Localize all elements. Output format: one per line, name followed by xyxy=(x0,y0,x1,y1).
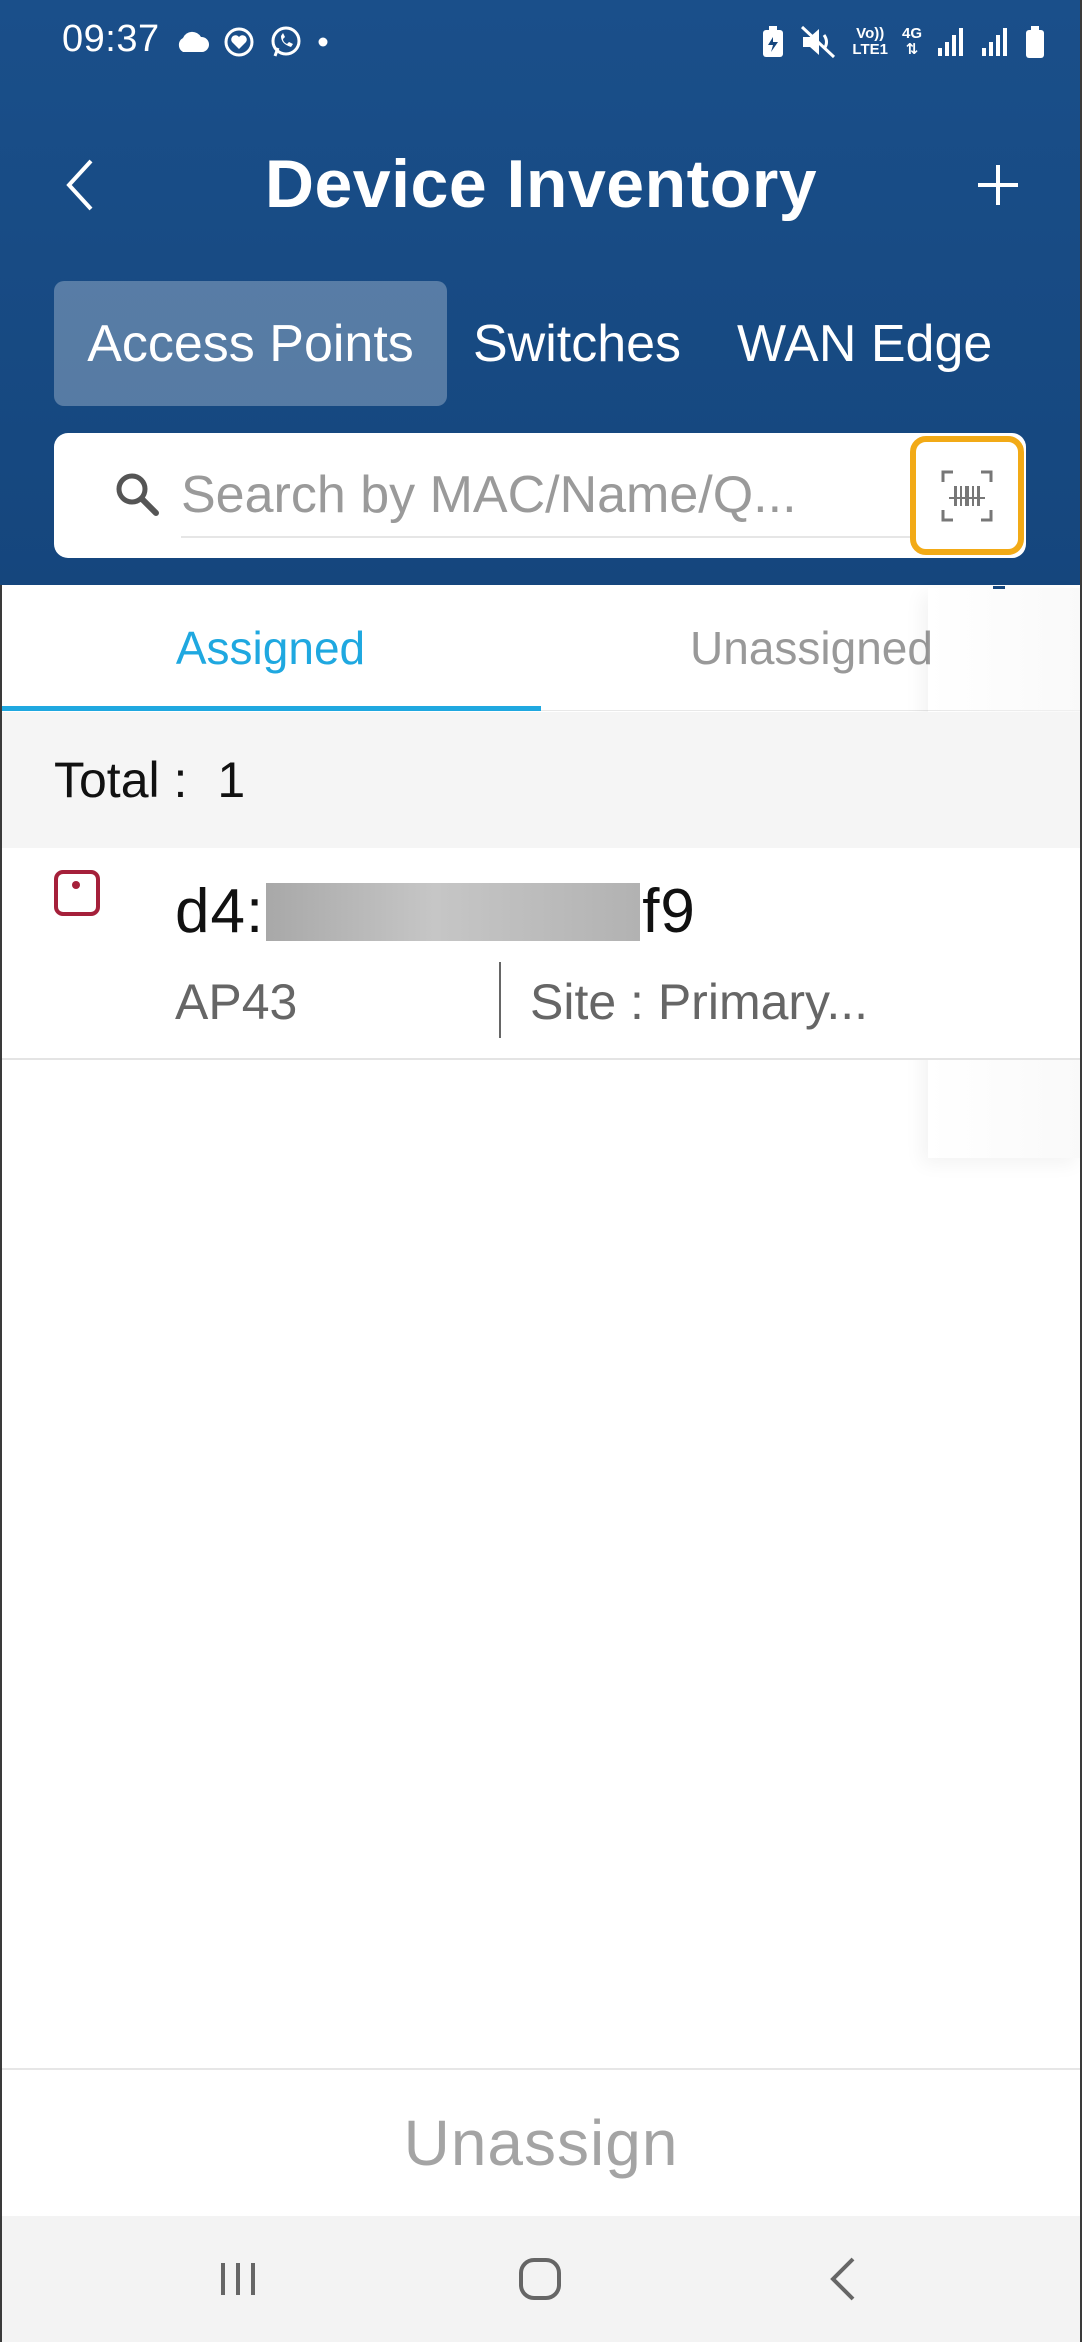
whatsapp-icon xyxy=(271,26,301,57)
system-back-button[interactable] xyxy=(783,2216,903,2342)
device-site: Site : Primary... xyxy=(530,974,869,1030)
page-title: Device Inventory xyxy=(264,146,818,222)
tab-assigned[interactable]: Assigned xyxy=(0,585,541,711)
device-list-item[interactable]: d4: f9 AP43 Site : Primary... xyxy=(0,848,1082,1060)
divider xyxy=(499,962,501,1038)
system-navigation-bar xyxy=(0,2216,1082,2342)
search-bar xyxy=(54,433,1026,558)
search-icon xyxy=(116,473,159,516)
total-count: 1 xyxy=(217,752,246,808)
tab-wan-edge[interactable]: WAN Edge xyxy=(707,281,1015,406)
device-model: AP43 xyxy=(175,974,298,1030)
4g-icon: 4G ⇅ xyxy=(901,25,922,58)
home-button[interactable] xyxy=(480,2216,600,2342)
barcode-scan-button[interactable] xyxy=(910,436,1024,555)
mac-redaction xyxy=(266,882,641,941)
add-device-button[interactable] xyxy=(968,150,1028,220)
home-icon xyxy=(519,2258,561,2300)
status-right-icons: Vo)) LTE1 4G ⇅ xyxy=(760,20,1046,64)
active-tab-indicator xyxy=(0,706,541,711)
mute-icon xyxy=(801,25,836,59)
access-point-icon xyxy=(54,870,100,916)
battery-icon xyxy=(1026,26,1044,58)
device-category-tabs: Access Points Switches WAN Edge xyxy=(54,281,1015,406)
recent-apps-button[interactable] xyxy=(178,2216,298,2342)
signal-icon xyxy=(938,28,963,56)
unassign-button[interactable]: Unassign xyxy=(404,2106,679,2180)
heart-sync-icon xyxy=(224,27,254,57)
recent-apps-icon xyxy=(221,2263,255,2295)
plus-icon xyxy=(978,165,1018,205)
status-bar: 09:37 Vo)) LTE1 4G ⇅ xyxy=(0,0,1082,80)
volte-icon: Vo)) LTE1 xyxy=(852,25,888,58)
total-count-bar: Total : 1 xyxy=(0,712,1082,848)
status-left-icons xyxy=(174,22,330,62)
status-time: 09:37 xyxy=(62,18,160,60)
cloud-icon xyxy=(178,31,210,52)
system-back-icon xyxy=(830,2257,855,2301)
barcode-scan-icon xyxy=(941,470,993,521)
tab-switches[interactable]: Switches xyxy=(447,281,707,406)
assignment-tabs: Assigned Unassigned xyxy=(0,585,1082,711)
battery-saver-icon xyxy=(763,26,784,57)
bottom-action-bar: Unassign xyxy=(0,2068,1082,2216)
search-input[interactable] xyxy=(181,453,941,538)
mac-suffix: f9 xyxy=(642,877,696,946)
total-label: Total : xyxy=(54,752,188,808)
tab-access-points[interactable]: Access Points xyxy=(54,281,447,406)
dot-icon xyxy=(318,37,328,47)
frame-border-left xyxy=(0,585,2,2342)
mac-prefix: d4: xyxy=(175,877,265,946)
dropdown-anchor xyxy=(993,586,1005,589)
signal-icon-2 xyxy=(982,28,1007,56)
device-mac: d4: f9 xyxy=(175,876,696,947)
